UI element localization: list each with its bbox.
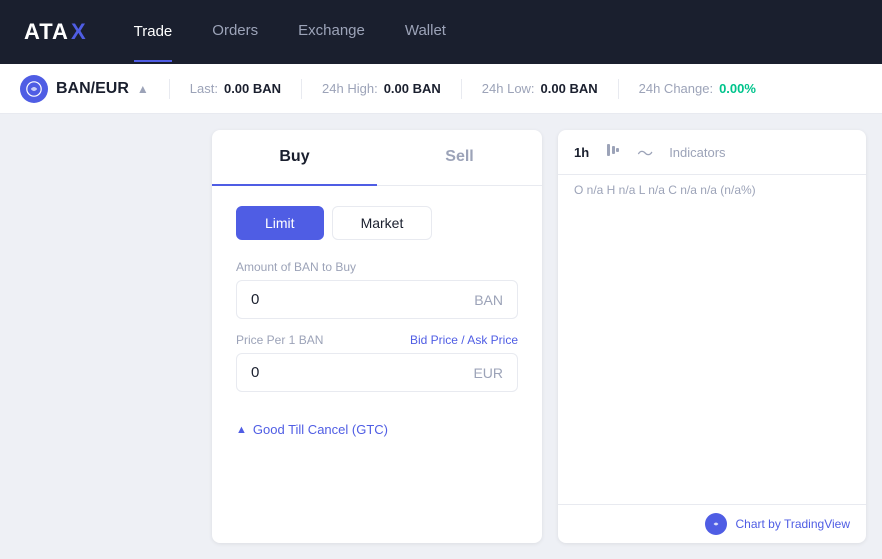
ticker-divider-4	[618, 79, 619, 99]
nav-wallet[interactable]: Wallet	[405, 22, 446, 43]
logo-x: X	[71, 19, 86, 45]
main-content: Buy Sell Limit Market Amount of BAN to B…	[0, 114, 882, 559]
ticker-arrow[interactable]: ▲	[137, 82, 149, 96]
ticker-pair: BAN/EUR ▲	[20, 75, 149, 103]
nav-links: Trade Orders Exchange Wallet	[134, 22, 446, 43]
price-label: Price Per 1 BAN	[236, 333, 323, 347]
ticker-high: 24h High: 0.00 BAN	[322, 81, 441, 96]
ticker-last-value: 0.00 BAN	[224, 81, 281, 96]
gtc-label: Good Till Cancel (GTC)	[253, 422, 388, 437]
chart-wave-icon[interactable]: 〜	[637, 140, 653, 164]
chart-stats: O n/a H n/a L n/a C n/a n/a (n/a%)	[558, 175, 866, 205]
ticker-divider-3	[461, 79, 462, 99]
amount-label: Amount of BAN to Buy	[236, 260, 518, 274]
ticker-low-value: 0.00 BAN	[541, 81, 598, 96]
ticker-low-label: 24h Low:	[482, 81, 535, 96]
limit-button[interactable]: Limit	[236, 206, 324, 240]
ticker-change-value: 0.00%	[719, 81, 756, 96]
buy-sell-tabs: Buy Sell	[212, 130, 542, 186]
price-unit: EUR	[473, 365, 503, 381]
ticker-divider-2	[301, 79, 302, 99]
amount-unit: BAN	[474, 292, 503, 308]
ticker-icon	[20, 75, 48, 103]
ticker-high-label: 24h High:	[322, 81, 378, 96]
nav-trade[interactable]: Trade	[134, 23, 173, 62]
chart-footer: Chart by TradingView	[558, 504, 866, 543]
logo: ATA X	[24, 19, 86, 45]
ticker-high-value: 0.00 BAN	[384, 81, 441, 96]
market-button[interactable]: Market	[332, 206, 433, 240]
ticker-pair-name: BAN/EUR	[56, 80, 129, 98]
gtc-chevron-icon: ▲	[236, 424, 247, 436]
amount-input[interactable]	[251, 291, 474, 308]
ticker-bar: BAN/EUR ▲ Last: 0.00 BAN 24h High: 0.00 …	[0, 64, 882, 114]
ticker-last-label: Last:	[190, 81, 218, 96]
chart-type-icon[interactable]	[605, 142, 621, 163]
chart-body	[558, 205, 866, 504]
ticker-low: 24h Low: 0.00 BAN	[482, 81, 598, 96]
price-input[interactable]	[251, 364, 473, 381]
chart-toolbar: 1h 〜 Indicators	[558, 130, 866, 175]
indicators-button[interactable]: Indicators	[669, 145, 725, 160]
tab-buy[interactable]: Buy	[212, 130, 377, 186]
tradingview-label: Chart by TradingView	[735, 517, 850, 531]
ticker-last: Last: 0.00 BAN	[190, 81, 281, 96]
logo-text: ATA	[24, 19, 69, 45]
price-label-row: Price Per 1 BAN Bid Price / Ask Price	[236, 333, 518, 347]
navbar: ATA X Trade Orders Exchange Wallet	[0, 0, 882, 64]
trade-panel: Buy Sell Limit Market Amount of BAN to B…	[212, 130, 542, 543]
price-input-wrap[interactable]: EUR	[236, 353, 518, 392]
ticker-divider	[169, 79, 170, 99]
tab-sell[interactable]: Sell	[377, 130, 542, 186]
ticker-change-label: 24h Change:	[639, 81, 713, 96]
nav-orders[interactable]: Orders	[212, 22, 258, 43]
gtc-row[interactable]: ▲ Good Till Cancel (GTC)	[212, 416, 542, 453]
chart-time-button[interactable]: 1h	[574, 145, 589, 160]
ticker-change: 24h Change: 0.00%	[639, 81, 756, 96]
bid-ask-link[interactable]: Bid Price / Ask Price	[410, 333, 518, 347]
tradingview-icon	[705, 513, 727, 535]
left-area	[16, 130, 196, 543]
chart-panel: 1h 〜 Indicators O n/a H n/a L n/a C n/a …	[558, 130, 866, 543]
order-type-row: Limit Market	[212, 186, 542, 250]
amount-input-wrap[interactable]: BAN	[236, 280, 518, 319]
nav-exchange[interactable]: Exchange	[298, 22, 365, 43]
amount-section: Amount of BAN to Buy BAN Price Per 1 BAN…	[212, 250, 542, 416]
